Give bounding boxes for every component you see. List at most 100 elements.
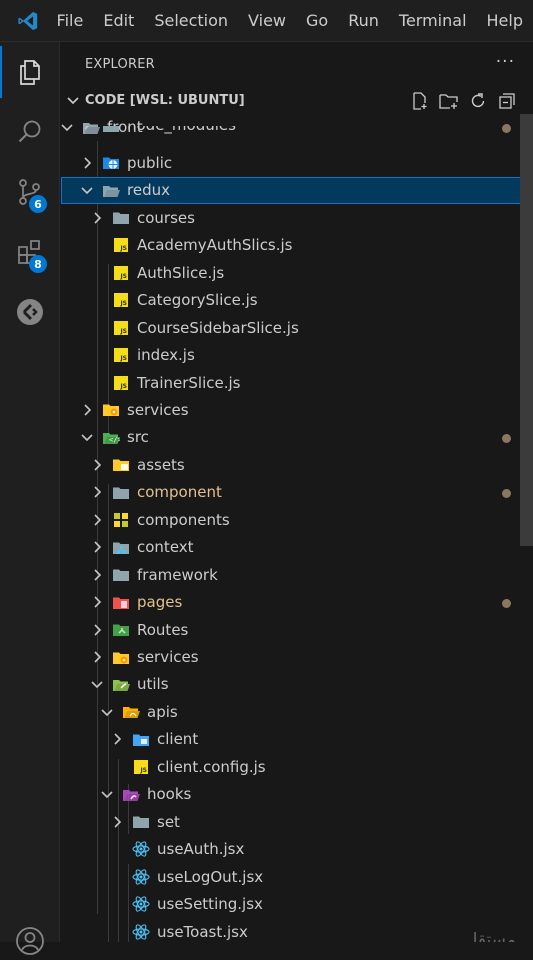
tree-folder-item[interactable]: pages — [61, 589, 521, 616]
services-folder-icon — [112, 648, 130, 666]
menu-selection[interactable]: Selection — [144, 0, 238, 42]
tree-folder-item[interactable]: hooks — [61, 781, 521, 808]
chevron-right-icon[interactable] — [89, 622, 105, 638]
explorer-title: EXPLORER — [85, 57, 155, 72]
tree-folder-item[interactable]: node_modules — [61, 126, 521, 138]
tree-file-item[interactable]: JS AcademyAuthSlics.js — [61, 232, 521, 259]
chevron-down-icon[interactable] — [79, 182, 95, 198]
tree-folder-item[interactable]: utils — [61, 671, 521, 698]
activity-remote[interactable] — [0, 282, 60, 342]
chevron-right-icon[interactable] — [89, 567, 105, 583]
title-bar: File Edit Selection View Go Run Terminal Help — [0, 0, 533, 42]
menu-go[interactable]: Go — [296, 0, 338, 42]
tree-file-item[interactable]: useToast.jsx — [61, 919, 521, 943]
tree-file-item[interactable]: JS CourseSidebarSlice.js — [61, 315, 521, 342]
tree-folder-item[interactable]: client — [61, 726, 521, 753]
tree-folder-item[interactable]: assets — [61, 452, 521, 479]
tree-folder-item[interactable]: public — [61, 150, 521, 177]
source-control-badge: 6 — [29, 195, 47, 213]
pages-folder-icon — [112, 593, 130, 611]
tree-folder-item[interactable]: apis — [61, 699, 521, 726]
tree-item-label: CategorySlice.js — [137, 291, 258, 310]
menu-file[interactable]: File — [57, 0, 94, 42]
tree-item-label: index.js — [137, 346, 195, 365]
tree-item-label: framework — [137, 565, 218, 584]
modified-dot — [502, 434, 511, 444]
tree-item-label: client.config.js — [157, 757, 266, 776]
tree-folder-item[interactable]: components — [61, 507, 521, 534]
chevron-down-icon[interactable] — [89, 676, 105, 692]
tree-folder-item[interactable]: component — [61, 479, 521, 506]
account-button[interactable] — [15, 926, 45, 960]
chevron-right-icon[interactable] — [109, 814, 125, 830]
tree-folder-item[interactable]: services — [61, 644, 521, 671]
tree-item-label: useSetting.jsx — [157, 895, 263, 914]
tree-item-label: public — [127, 153, 173, 172]
tree-item-label: useAuth.jsx — [157, 840, 245, 859]
tree-file-item[interactable]: JS CategorySlice.js — [61, 287, 521, 314]
chevron-down-icon[interactable] — [79, 429, 95, 445]
folder-icon — [102, 126, 120, 134]
chevron-right-icon[interactable] — [89, 649, 105, 665]
workspace-section-header[interactable]: CODE [WSL: UBUNTU] — [61, 88, 533, 114]
tree-item-label: TrainerSlice.js — [137, 373, 241, 392]
menu-run[interactable]: Run — [338, 0, 389, 42]
menu-edit[interactable]: Edit — [93, 0, 144, 42]
refresh-icon[interactable] — [468, 91, 488, 111]
tree-file-item[interactable]: JS index.js — [61, 342, 521, 369]
chevron-right-icon[interactable] — [79, 155, 95, 171]
assets-folder-icon — [112, 456, 130, 474]
scrollbar-thumb[interactable] — [520, 114, 533, 546]
chevron-right-icon[interactable] — [89, 210, 105, 226]
routes-folder-icon — [112, 621, 130, 639]
tree-file-item[interactable]: useSetting.jsx — [61, 891, 521, 918]
tree-folder-item[interactable]: context — [61, 534, 521, 561]
menu-view[interactable]: View — [238, 0, 296, 42]
tree-folder-item[interactable]: Routes — [61, 617, 521, 644]
tree-folder-item[interactable]: </> src — [61, 424, 521, 451]
chevron-down-icon[interactable] — [99, 786, 115, 802]
chevron-right-icon[interactable] — [89, 457, 105, 473]
search-icon — [18, 120, 41, 143]
chevron-down-icon[interactable] — [99, 704, 115, 720]
activity-extensions[interactable]: 8 — [0, 222, 60, 282]
collapse-all-icon[interactable] — [497, 91, 517, 111]
more-actions-button[interactable]: ··· — [496, 52, 515, 72]
tree-folder-item[interactable]: framework — [61, 562, 521, 589]
tree-file-item[interactable]: JS client.config.js — [61, 754, 521, 781]
menu-help[interactable]: Help — [477, 0, 533, 42]
chevron-right-icon[interactable] — [89, 484, 105, 500]
react-file-icon — [132, 840, 150, 858]
context-folder-icon — [112, 538, 130, 556]
new-folder-icon[interactable] — [439, 91, 459, 111]
tree-folder-item[interactable]: courses — [61, 205, 521, 232]
menu-terminal[interactable]: Terminal — [389, 0, 477, 42]
activity-search[interactable] — [0, 102, 60, 162]
tree-item-label: client — [157, 730, 199, 749]
chevron-right-icon[interactable] — [79, 402, 95, 418]
chevron-right-icon[interactable] — [89, 594, 105, 610]
activity-explorer[interactable] — [0, 42, 60, 102]
new-file-icon[interactable] — [410, 91, 430, 111]
tree-folder-item[interactable]: redux — [61, 177, 521, 205]
chevron-right-icon[interactable] — [89, 539, 105, 555]
tree-folder-item[interactable]: services — [61, 397, 521, 424]
remote-icon — [17, 299, 43, 325]
react-file-icon — [132, 895, 150, 913]
activity-source-control[interactable]: 6 — [0, 162, 60, 222]
tree-file-item[interactable]: useAuth.jsx — [61, 836, 521, 863]
tree-item-label: apis — [147, 702, 178, 721]
tree-file-item[interactable]: JS TrainerSlice.js — [61, 370, 521, 397]
tree-file-item[interactable]: useLogOut.jsx — [61, 864, 521, 891]
chevron-right-icon[interactable] — [89, 512, 105, 528]
tree-item-label: src — [127, 428, 149, 447]
tree-folder-item[interactable]: set — [61, 809, 521, 836]
chevron-right-icon[interactable] — [109, 731, 125, 747]
tree-file-item[interactable]: JS AuthSlice.js — [61, 260, 521, 287]
folder-icon — [112, 566, 130, 584]
chevron-right-icon[interactable] — [79, 126, 95, 132]
apis-folder-icon — [122, 703, 140, 721]
tree-item-label: services — [127, 400, 189, 419]
tree-scrollbar[interactable] — [520, 114, 533, 942]
js-file-icon: JS — [112, 264, 130, 282]
